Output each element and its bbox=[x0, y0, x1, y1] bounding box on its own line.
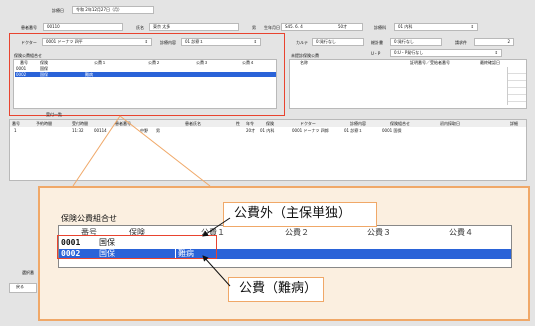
callout-arrows bbox=[202, 217, 231, 287]
arrow-to-row-0002 bbox=[202, 255, 231, 287]
arrow-to-row-0001 bbox=[202, 217, 231, 237]
